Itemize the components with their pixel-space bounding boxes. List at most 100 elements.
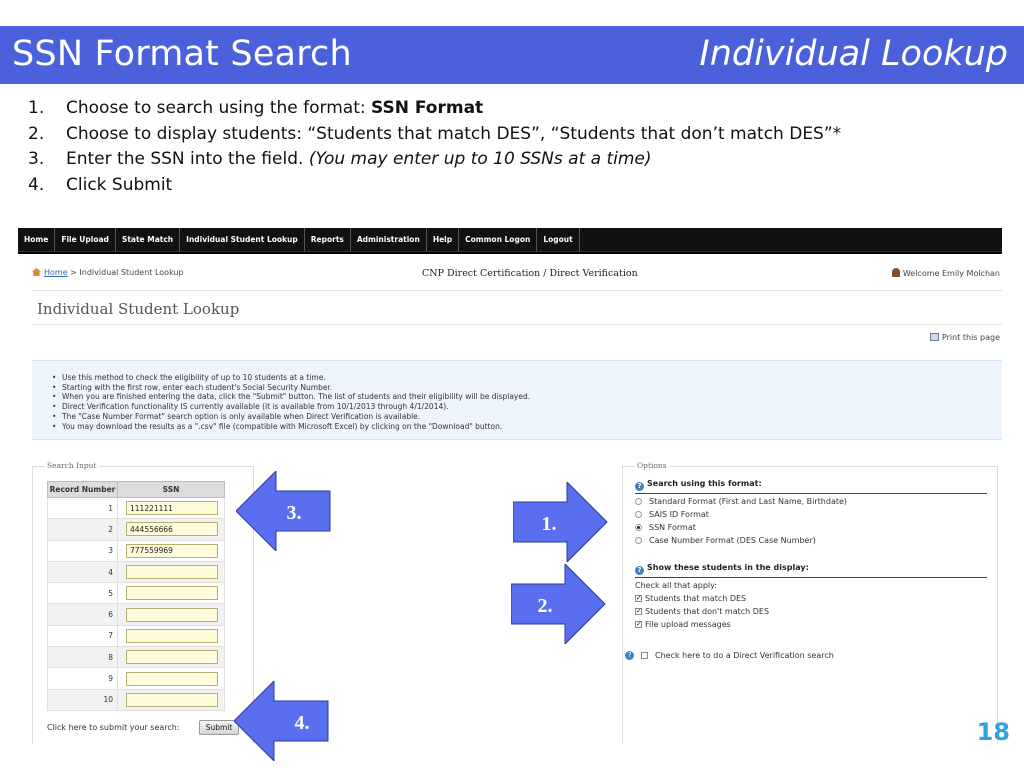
nav-reports[interactable]: Reports	[305, 228, 351, 251]
radio-label: SAIS ID Format	[649, 510, 709, 519]
table-row: 10	[47, 688, 225, 711]
checkbox[interactable]	[635, 605, 642, 618]
welcome-text: Welcome Emily Molchan	[902, 269, 1000, 278]
record-number-header: Record Number	[47, 481, 118, 498]
submit-prompt: Click here to submit your search:	[47, 723, 180, 732]
slide-title-bar: SSN Format Search Individual Lookup	[0, 26, 1024, 84]
display-heading: ? Show these students in the display:	[635, 563, 809, 575]
nav-individual-student-lookup[interactable]: Individual Student Lookup	[180, 228, 305, 251]
nav-logout[interactable]: Logout	[537, 228, 580, 251]
record-number: 4	[47, 560, 118, 584]
checkbox-file-upload-messages[interactable]: File upload messages	[635, 618, 769, 631]
record-number: 1	[47, 496, 118, 520]
format-radio-group: Standard Format (First and Last Name, Bi…	[635, 495, 847, 547]
display-heading-text: Show these students in the display:	[647, 563, 809, 572]
table-row: 7	[47, 624, 225, 648]
info-bullet: Starting with the first row, enter each …	[52, 383, 1002, 393]
nav-home[interactable]: Home	[18, 228, 56, 251]
radio-standard-format[interactable]: Standard Format (First and Last Name, Bi…	[635, 495, 847, 508]
slide-title: SSN Format Search	[12, 34, 352, 74]
ssn-field[interactable]	[126, 692, 218, 707]
ssn-field[interactable]	[126, 586, 218, 601]
record-number: 10	[47, 688, 118, 711]
nav-file-upload[interactable]: File Upload	[55, 228, 116, 251]
ssn-field[interactable]	[126, 543, 218, 558]
nav-divider	[18, 252, 1002, 254]
checkbox[interactable]	[635, 618, 642, 631]
step-number: 3.	[28, 149, 45, 169]
ssn-field[interactable]	[126, 522, 218, 537]
ssn-field[interactable]	[126, 650, 218, 665]
radio-button[interactable]	[635, 537, 642, 544]
direct-verification-checkbox[interactable]	[641, 652, 648, 659]
format-heading-text: Search using this format:	[647, 479, 762, 488]
display-checkbox-group: Check all that apply: Students that matc…	[635, 579, 769, 631]
slide-subtitle: Individual Lookup	[699, 34, 1008, 74]
help-icon[interactable]: ?	[625, 651, 634, 660]
ssn-table: Record Number SSN 1 2 3 4 5 6 7 8 9 10	[47, 481, 225, 711]
radio-case-number-format[interactable]: Case Number Format (DES Case Number)	[635, 534, 847, 547]
step-text: Click Submit	[66, 174, 173, 195]
callout-label-3: 3.	[287, 502, 302, 524]
print-page-link[interactable]: Print this page	[929, 333, 1000, 342]
step-text: Choose to search using the format:	[66, 98, 371, 118]
help-icon[interactable]: ?	[635, 482, 644, 491]
record-number: 3	[47, 539, 118, 562]
divider	[635, 493, 987, 494]
table-row: 3	[47, 539, 225, 562]
search-input-fieldset: Search Input Record Number SSN 1 2 3 4 5…	[32, 461, 254, 744]
welcome-user: Welcome Emily Molchan	[891, 268, 1000, 278]
table-row: 4	[47, 560, 225, 584]
callout-arrow-1: 1.	[513, 482, 608, 562]
checkbox-match-des[interactable]: Students that match DES	[635, 592, 769, 605]
radio-ssn-format[interactable]: SSN Format	[635, 521, 847, 534]
direct-verification-row[interactable]: ? Check here to do a Direct Verification…	[625, 651, 834, 660]
radio-button-selected[interactable]	[635, 524, 642, 531]
info-bullet: Direct Verification functionality IS cur…	[52, 402, 1002, 412]
ssn-field[interactable]	[126, 607, 218, 622]
table-row: 1	[47, 496, 225, 520]
radio-button[interactable]	[635, 511, 642, 518]
step-1: 1. Choose to search using the format: SS…	[28, 96, 1008, 122]
help-icon[interactable]: ?	[635, 566, 644, 575]
radio-label: SSN Format	[649, 523, 696, 532]
user-icon	[891, 268, 900, 277]
ssn-field[interactable]	[126, 565, 218, 580]
table-row: 6	[47, 603, 225, 626]
home-icon	[32, 268, 41, 276]
record-number: 6	[47, 603, 118, 626]
record-number: 8	[47, 646, 118, 669]
breadcrumb-home-link[interactable]: Home	[44, 268, 68, 277]
options-fieldset: Options ? Search using this format: Stand…	[622, 461, 998, 744]
step-3: 3. Enter the SSN into the field. (You ma…	[28, 147, 1008, 173]
slide-page-number: 18	[976, 718, 1010, 746]
top-nav-bar: Home File Upload State Match Individual …	[18, 228, 1002, 252]
radio-sais-id-format[interactable]: SAIS ID Format	[635, 508, 847, 521]
nav-help[interactable]: Help	[427, 228, 460, 251]
table-row: 2	[47, 518, 225, 541]
divider	[32, 324, 1002, 325]
step-4: 4. Click Submit	[28, 173, 1008, 199]
radio-button[interactable]	[635, 498, 642, 505]
step-text: Enter the SSN into the field.	[66, 149, 309, 169]
ssn-field[interactable]	[126, 501, 218, 516]
ssn-field[interactable]	[126, 671, 218, 686]
callout-label-1: 1.	[542, 513, 557, 535]
nav-administration[interactable]: Administration	[351, 228, 427, 251]
breadcrumb-separator: >	[67, 268, 80, 277]
step-bold-text: SSN Format	[371, 98, 484, 118]
callout-label-2: 2.	[538, 595, 553, 617]
step-number: 4.	[28, 174, 45, 195]
breadcrumb-current: Individual Student Lookup	[79, 268, 184, 277]
page-title: Individual Student Lookup	[37, 300, 240, 318]
search-input-legend: Search Input	[45, 461, 99, 470]
nav-state-match[interactable]: State Match	[116, 228, 181, 251]
submit-button[interactable]: Submit	[199, 720, 239, 735]
ssn-field[interactable]	[126, 628, 218, 643]
step-number: 2.	[28, 123, 45, 144]
divider	[635, 577, 987, 578]
step-italic-text: (You may enter up to 10 SSNs at a time)	[308, 149, 652, 169]
checkbox[interactable]	[635, 592, 642, 605]
checkbox-dont-match-des[interactable]: Students that don't match DES	[635, 605, 769, 618]
nav-common-logon[interactable]: Common Logon	[459, 228, 538, 251]
